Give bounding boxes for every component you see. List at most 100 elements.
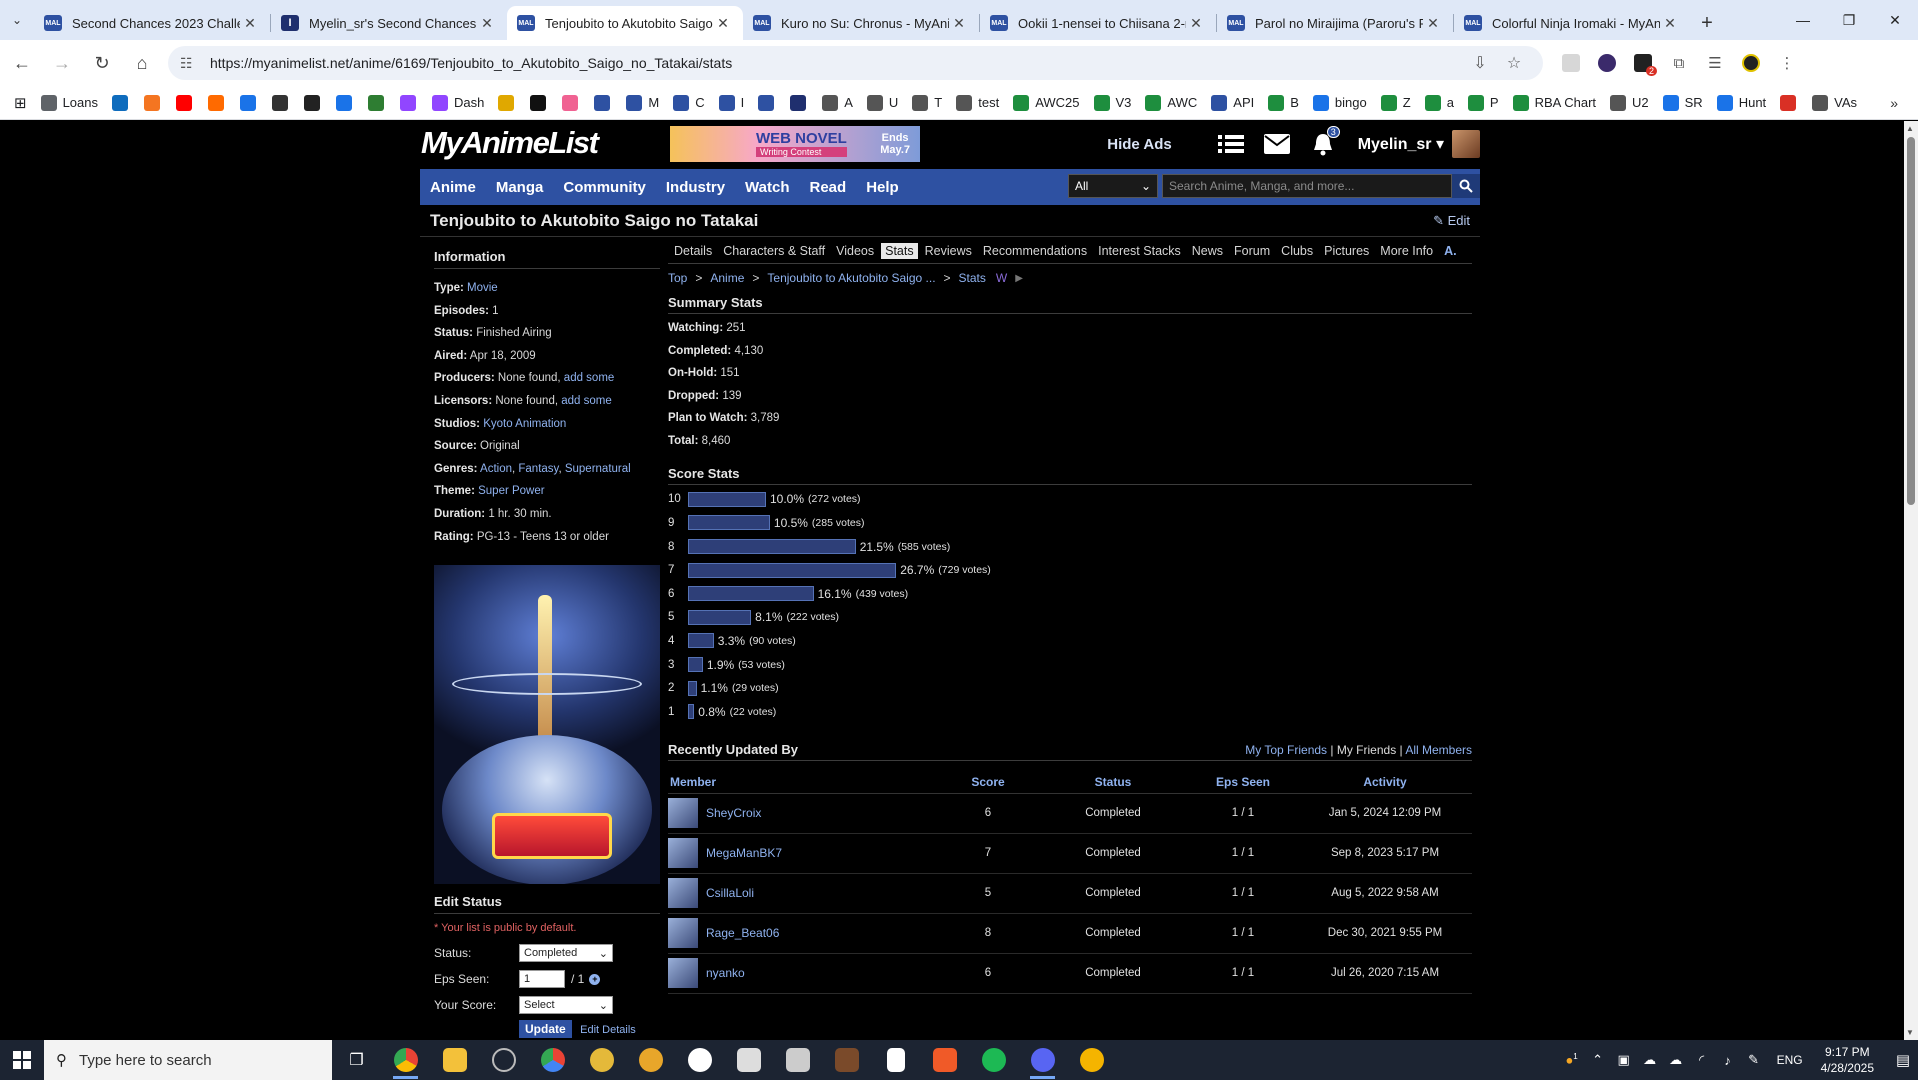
tab-interest-stacks[interactable]: Interest Stacks — [1094, 243, 1185, 259]
bookmark-item[interactable] — [240, 94, 262, 111]
meet-icon[interactable]: ▣ — [1611, 1052, 1637, 1068]
bookmark-item[interactable] — [400, 94, 422, 111]
avatar[interactable] — [668, 878, 698, 908]
app-character-icon[interactable] — [577, 1040, 626, 1080]
windows-start-icon[interactable] — [0, 1040, 44, 1080]
avatar[interactable] — [668, 958, 698, 988]
bookmark-item[interactable] — [790, 94, 812, 111]
cast-icon[interactable] — [1553, 48, 1589, 78]
bookmark-item[interactable]: AWC — [1145, 94, 1197, 111]
member-link[interactable]: SheyCroix — [706, 806, 761, 820]
wifi-icon[interactable]: ◜ — [1689, 1052, 1715, 1068]
browser-tab[interactable]: MAL Second Chances 2023 Challeng ✕ — [34, 6, 270, 40]
browser-tab[interactable]: MAL Parol no Miraijima (Paroru's Fut ✕ — [1217, 6, 1453, 40]
tab-characters-staff[interactable]: Characters & Staff — [719, 243, 829, 259]
mail-icon[interactable] — [1258, 129, 1296, 159]
mal-logo[interactable]: MyAnimeList — [421, 125, 599, 161]
clock[interactable]: 9:17 PM 4/28/2025 — [1821, 1044, 1874, 1076]
app-p-icon[interactable] — [1067, 1040, 1116, 1080]
app-sun-icon[interactable] — [626, 1040, 675, 1080]
member-link[interactable]: nyanko — [706, 966, 745, 980]
my-friends-link[interactable]: My Friends — [1337, 743, 1396, 757]
close-window-icon[interactable]: ✕ — [1872, 0, 1918, 40]
bookmark-item[interactable]: C — [673, 94, 705, 111]
status-select[interactable]: Completed ⌄ — [519, 944, 613, 963]
bookmark-item[interactable] — [530, 94, 552, 111]
app-hat-icon[interactable] — [822, 1040, 871, 1080]
bookmark-item[interactable]: U2 — [1610, 94, 1649, 111]
avatar[interactable] — [668, 838, 698, 868]
close-tab-icon[interactable]: ✕ — [713, 15, 733, 32]
breadcrumb-top[interactable]: Top — [668, 271, 687, 285]
a-logo-icon[interactable]: A. — [1440, 243, 1461, 259]
scroll-down-icon[interactable]: ▼ — [1906, 1028, 1914, 1037]
member-link[interactable]: CsillaLoli — [706, 886, 754, 900]
bookmark-item[interactable] — [272, 94, 294, 111]
restore-icon[interactable]: ❐ — [1826, 0, 1872, 40]
search-icon[interactable] — [1452, 174, 1480, 198]
nav-manga[interactable]: Manga — [486, 179, 554, 196]
page-scrollbar[interactable]: ▲ ▼ — [1904, 121, 1918, 1040]
reload-icon[interactable]: ↻ — [84, 45, 120, 81]
my-top-friends-link[interactable]: My Top Friends — [1245, 743, 1327, 757]
add-licensors-link[interactable]: add some — [561, 395, 612, 407]
chrome-alt-icon[interactable] — [528, 1040, 577, 1080]
puzzle-icon[interactable]: ⧉ — [1661, 48, 1697, 78]
nav-read[interactable]: Read — [800, 179, 857, 196]
steam-icon[interactable] — [479, 1040, 528, 1080]
bookmark-item[interactable] — [176, 94, 198, 111]
add-producers-link[interactable]: add some — [564, 372, 615, 384]
discord-icon[interactable] — [1018, 1040, 1067, 1080]
scrollbar-thumb[interactable] — [1907, 137, 1915, 505]
bookmark-item[interactable]: U — [866, 94, 898, 111]
genre-link[interactable]: Action — [480, 463, 512, 475]
tab-list-icon[interactable]: ☰ — [1697, 48, 1733, 78]
back-icon[interactable]: ← — [4, 45, 40, 81]
nav-watch[interactable]: Watch — [735, 179, 799, 196]
genre-link[interactable]: Fantasy — [518, 463, 558, 475]
extension-badge-icon[interactable]: 2 — [1625, 48, 1661, 78]
tab-news[interactable]: News — [1188, 243, 1227, 259]
pen-icon[interactable]: ✎ — [1741, 1052, 1767, 1068]
increment-eps-icon[interactable]: + — [589, 973, 601, 985]
tab-details[interactable]: Details — [670, 243, 716, 259]
nav-industry[interactable]: Industry — [656, 179, 735, 196]
member-link[interactable]: Rage_Beat06 — [706, 926, 779, 940]
tab-pictures[interactable]: Pictures — [1320, 243, 1373, 259]
ad-banner[interactable]: WEB NOVEL Writing Contest Ends May.7 — [670, 126, 920, 162]
close-tab-icon[interactable]: ✕ — [1660, 15, 1680, 32]
info-link[interactable]: Movie — [467, 282, 498, 294]
breadcrumb-anime[interactable]: Anime — [710, 271, 744, 285]
new-tab-button[interactable]: + — [1690, 6, 1724, 40]
browser-tab[interactable]: I Myelin_sr's Second Chances 20 ✕ — [271, 6, 507, 40]
member-link[interactable]: MegaManBK7 — [706, 846, 782, 860]
browser-tab[interactable]: MAL Colorful Ninja Iromaki - MyAnin ✕ — [1454, 6, 1690, 40]
bookmark-item[interactable]: M — [626, 94, 659, 111]
notifications-icon[interactable]: ▤ — [1888, 1051, 1918, 1069]
profile-avatar-icon[interactable] — [1733, 48, 1769, 78]
nav-help[interactable]: Help — [856, 179, 909, 196]
bell-icon[interactable]: 3 — [1304, 126, 1342, 159]
bookmark-item[interactable]: I — [718, 94, 744, 111]
save-disk-icon[interactable] — [724, 1040, 773, 1080]
bookmark-item[interactable] — [1780, 94, 1802, 111]
input-language[interactable]: ENG — [1777, 1053, 1803, 1067]
install-app-icon[interactable]: ⇩ — [1463, 53, 1497, 73]
bookmark-item[interactable] — [304, 94, 326, 111]
bookmarks-overflow-icon[interactable]: » — [1890, 95, 1898, 111]
minimize-icon[interactable]: — — [1780, 0, 1826, 40]
bookmark-item[interactable]: bingo — [1312, 94, 1367, 111]
bookmark-item[interactable]: Z — [1380, 94, 1411, 111]
close-tab-icon[interactable]: ✕ — [477, 15, 497, 32]
bookmark-item[interactable] — [336, 94, 358, 111]
bookmark-star-icon[interactable]: ☆ — [1497, 53, 1531, 73]
bookmark-item[interactable]: A — [822, 94, 853, 111]
edit-title-link[interactable]: ✎ Edit — [1433, 213, 1470, 229]
apps-icon[interactable]: ⊞ — [14, 94, 27, 112]
username-menu[interactable]: Myelin_sr ▾ — [1358, 134, 1444, 154]
edit-details-link[interactable]: Edit Details — [580, 1024, 636, 1036]
search-category-select[interactable]: All ⌄ — [1068, 174, 1158, 198]
bookmark-item[interactable]: a — [1424, 94, 1454, 111]
bookmark-item[interactable] — [562, 94, 584, 111]
bookmark-item[interactable] — [208, 94, 230, 111]
